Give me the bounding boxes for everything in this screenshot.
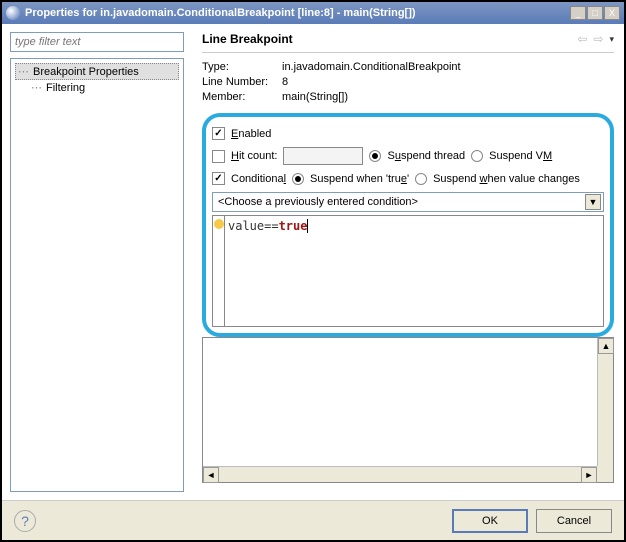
enabled-checkbox[interactable] xyxy=(212,127,225,140)
conditional-label: Conditional xyxy=(231,173,286,185)
text-cursor xyxy=(307,219,308,233)
editor-variable: value== xyxy=(228,219,279,233)
suspend-true-radio[interactable] xyxy=(292,173,304,185)
nav-back-icon[interactable]: ⇦ xyxy=(577,32,587,46)
tree-label: Filtering xyxy=(46,82,85,94)
scroll-up-icon[interactable]: ▲ xyxy=(598,338,614,354)
dropdown-button-icon[interactable]: ▼ xyxy=(585,194,601,210)
main-panel: Line Breakpoint ⇦ ⇨ ▾ Type:in.javadomain… xyxy=(192,24,624,500)
hitcount-input[interactable] xyxy=(283,147,363,165)
suspend-vm-radio[interactable] xyxy=(471,150,483,162)
enabled-label: Enabled xyxy=(231,128,271,140)
hitcount-label: Hit count: xyxy=(231,150,277,162)
type-value: in.javadomain.ConditionalBreakpoint xyxy=(282,61,461,73)
minimize-button[interactable]: _ xyxy=(570,6,586,20)
suspend-thread-radio[interactable] xyxy=(369,150,381,162)
window-title: Properties for in.javadomain.Conditional… xyxy=(25,7,570,19)
highlighted-section: Enabled Hit count: Suspend thread Suspen… xyxy=(202,113,614,337)
nav-fwd-icon[interactable]: ⇨ xyxy=(593,32,603,46)
horizontal-scrollbar[interactable]: ◄ ► xyxy=(203,466,597,482)
page-title: Line Breakpoint xyxy=(202,32,577,46)
editor-keyword: true xyxy=(279,219,308,233)
suspend-thread-label: Suspend thread xyxy=(387,150,465,162)
scroll-corner xyxy=(597,466,613,482)
vertical-scrollbar[interactable]: ▲ xyxy=(597,338,613,466)
conditional-checkbox[interactable] xyxy=(212,172,225,185)
line-label: Line Number: xyxy=(202,76,282,88)
eclipse-icon xyxy=(6,6,20,20)
lower-text-area[interactable]: ▲ ◄ ► xyxy=(202,337,614,483)
type-label: Type: xyxy=(202,61,282,73)
tree-item-breakpoint-properties[interactable]: ⋯Breakpoint Properties xyxy=(15,63,179,80)
scroll-left-icon[interactable]: ◄ xyxy=(203,467,219,483)
divider xyxy=(202,52,614,53)
nav-arrows: ⇦ ⇨ ▾ xyxy=(577,32,614,46)
suspend-true-label: Suspend when 'true' xyxy=(310,173,409,185)
suspend-change-radio[interactable] xyxy=(415,173,427,185)
nav-tree: ⋯Breakpoint Properties ⋯Filtering xyxy=(10,58,184,492)
hitcount-checkbox[interactable] xyxy=(212,150,225,163)
filter-input[interactable] xyxy=(10,32,184,52)
suspend-vm-label: Suspend VM xyxy=(489,150,552,162)
cancel-button[interactable]: Cancel xyxy=(536,509,612,533)
condition-editor[interactable]: value==true xyxy=(224,215,604,327)
suspend-change-label: Suspend when value changes xyxy=(433,173,580,185)
footer: ? OK Cancel xyxy=(2,500,624,540)
nav-menu-icon[interactable]: ▾ xyxy=(609,34,614,45)
tree-label: Breakpoint Properties xyxy=(33,66,139,78)
member-value: main(String[]) xyxy=(282,91,348,103)
line-value: 8 xyxy=(282,76,288,88)
member-label: Member: xyxy=(202,91,282,103)
dropdown-text: <Choose a previously entered condition> xyxy=(215,196,585,208)
condition-history-dropdown[interactable]: <Choose a previously entered condition> … xyxy=(212,192,604,212)
ok-button[interactable]: OK xyxy=(452,509,528,533)
close-button[interactable]: X xyxy=(604,6,620,20)
scroll-right-icon[interactable]: ► xyxy=(581,467,597,483)
help-icon[interactable]: ? xyxy=(14,510,36,532)
titlebar[interactable]: Properties for in.javadomain.Conditional… xyxy=(2,2,624,24)
editor-gutter xyxy=(212,215,224,327)
sidebar: ⋯Breakpoint Properties ⋯Filtering xyxy=(2,24,192,500)
properties-dialog: Properties for in.javadomain.Conditional… xyxy=(0,0,626,542)
maximize-button[interactable]: □ xyxy=(587,6,603,20)
lightbulb-icon xyxy=(214,219,224,229)
tree-item-filtering[interactable]: ⋯Filtering xyxy=(15,80,179,95)
